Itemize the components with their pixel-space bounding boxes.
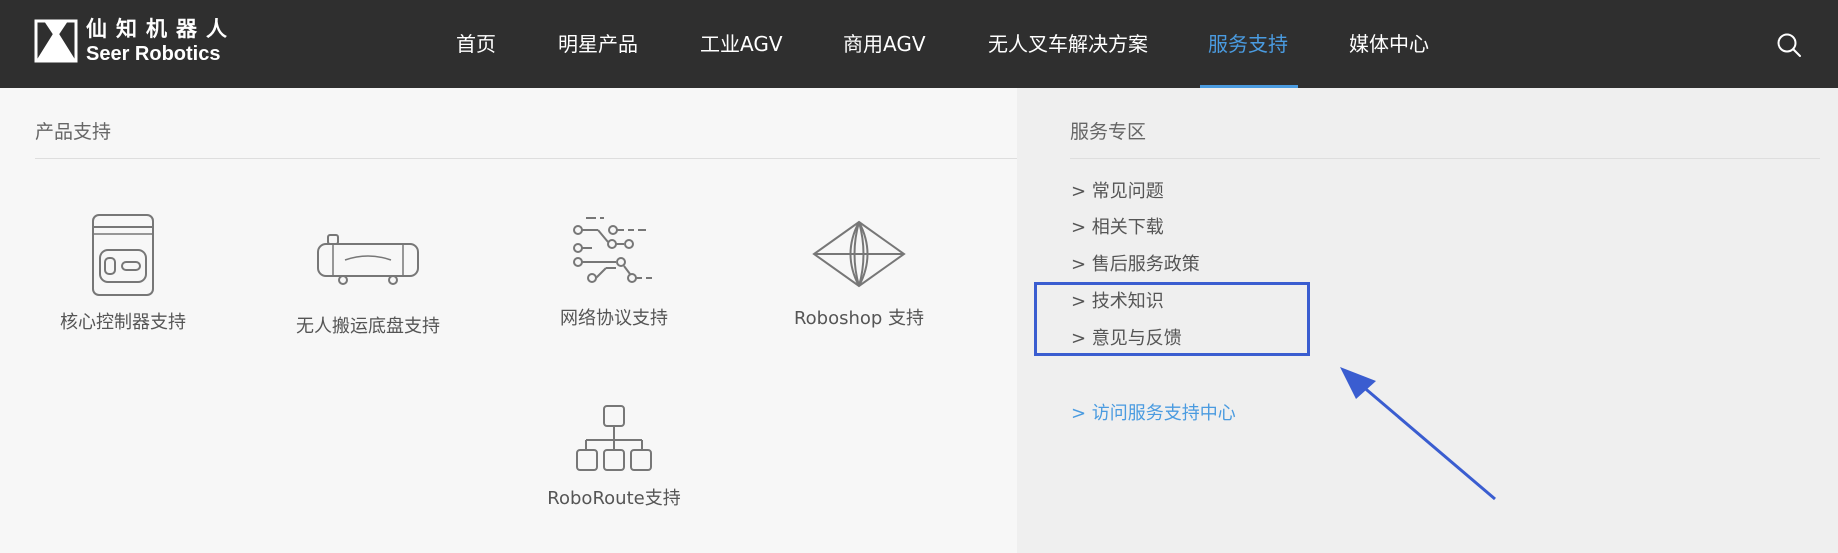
product-label-controller: 核心控制器支持 bbox=[60, 312, 186, 333]
nav-item-forklift-solutions[interactable]: 无人叉车解决方案 bbox=[988, 0, 1148, 88]
network-protocol-icon bbox=[573, 217, 652, 283]
product-label-roboshop: Roboshop 支持 bbox=[793, 308, 925, 329]
product-label-chassis: 无人搬运底盘支持 bbox=[296, 316, 440, 337]
brand-name-en: Seer Robotics bbox=[86, 42, 221, 65]
seer-logo-icon bbox=[34, 19, 78, 63]
product-support-title: 产品支持 bbox=[35, 121, 112, 143]
nav-item-home[interactable]: 首页 bbox=[456, 0, 496, 88]
brand-name-cn: 仙知机器人 bbox=[86, 16, 236, 41]
nav-item-service-support[interactable]: 服务支持 bbox=[1208, 0, 1288, 88]
nav-item-industrial-agv[interactable]: 工业AGV bbox=[700, 0, 783, 88]
link-service-center[interactable]: > 访问服务支持中心 bbox=[1071, 399, 1236, 425]
product-item-controller[interactable]: 核心控制器支持 bbox=[23, 212, 223, 334]
product-item-roboshop[interactable]: Roboshop 支持 bbox=[759, 220, 959, 330]
link-faq[interactable]: > 常见问题 bbox=[1071, 177, 1164, 203]
product-item-roboroute[interactable]: RoboRoute支持 bbox=[514, 404, 714, 510]
product-support-divider bbox=[35, 158, 1017, 159]
controller-icon bbox=[92, 214, 154, 296]
product-item-chassis[interactable]: 无人搬运底盘支持 bbox=[268, 232, 468, 338]
nav-item-star-products[interactable]: 明星产品 bbox=[558, 0, 638, 88]
product-item-network-protocol[interactable]: 网络协议支持 bbox=[514, 214, 714, 330]
link-downloads[interactable]: > 相关下载 bbox=[1071, 213, 1164, 239]
product-label-network-protocol: 网络协议支持 bbox=[560, 308, 668, 329]
nav-item-commercial-agv[interactable]: 商用AGV bbox=[843, 0, 926, 88]
service-zone-divider bbox=[1070, 158, 1820, 159]
service-zone-title: 服务专区 bbox=[1070, 121, 1147, 143]
annotation-highlight-box bbox=[1034, 282, 1310, 356]
roboroute-icon bbox=[576, 405, 652, 471]
search-icon[interactable] bbox=[1776, 32, 1802, 58]
roboshop-icon bbox=[812, 220, 906, 288]
link-after-sales-policy[interactable]: > 售后服务政策 bbox=[1071, 250, 1200, 276]
nav-item-media-center[interactable]: 媒体中心 bbox=[1349, 0, 1429, 88]
product-label-roboroute: RoboRoute支持 bbox=[547, 488, 681, 509]
annotation-arrow-icon bbox=[1340, 367, 1496, 501]
chassis-icon bbox=[317, 234, 419, 285]
brand-logo[interactable]: 仙知机器人 Seer Robotics bbox=[34, 18, 236, 64]
top-navigation-bar: 仙知机器人 Seer Robotics 首页 明星产品 工业AGV 商用AGV … bbox=[0, 0, 1838, 88]
